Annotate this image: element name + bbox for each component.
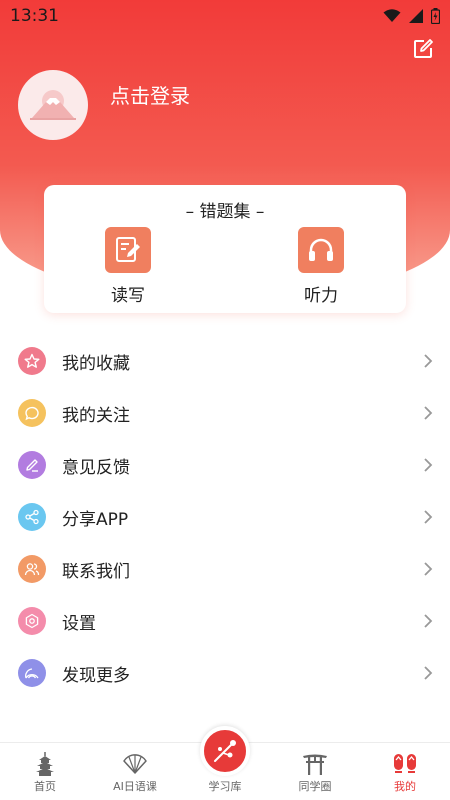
menu-label: 设置 [62,613,96,634]
menu-label: 发现更多 [62,665,130,686]
edit-profile-button[interactable] [412,38,434,60]
menu-label: 意见反馈 [62,457,130,478]
signal-icon [409,9,423,23]
pen-icon [18,451,46,479]
status-bar: 13:31 [0,0,450,32]
chat-bubble-icon [18,399,46,427]
card-item-reading-writing[interactable]: 读写 [88,227,168,306]
share-icon [18,503,46,531]
menu-item-following[interactable]: 我的关注 [0,387,450,439]
gear-icon [18,607,46,635]
status-time: 13:31 [10,6,59,26]
mount-fuji-icon [30,90,76,120]
discover-icon [18,659,46,687]
sakura-branch-icon [200,726,250,776]
pencil-note-icon [105,227,151,273]
tab-ai-japanese-course[interactable]: AI日语课 [90,752,180,800]
chevron-right-icon [424,458,433,472]
menu-item-settings[interactable]: 设置 [0,595,450,647]
menu-item-share-app[interactable]: 分享APP [0,491,450,543]
tab-label: 我的 [394,780,416,793]
menu-item-discover-more[interactable]: 发现更多 [0,647,450,699]
menu-item-contact-us[interactable]: 联系我们 [0,543,450,595]
menu-label: 我的关注 [62,405,130,426]
chevron-right-icon [424,666,433,680]
edit-icon [414,39,433,58]
star-icon [18,347,46,375]
tab-label: 首页 [34,780,56,793]
contacts-icon [18,555,46,583]
menu-item-feedback[interactable]: 意见反馈 [0,439,450,491]
avatar[interactable] [18,70,88,140]
card-item-label: 听力 [304,286,338,306]
headphones-icon [298,227,344,273]
menu-label: 联系我们 [62,561,130,582]
card-item-label: 读写 [111,286,145,306]
card-title: – 错题集 – [185,202,265,222]
tab-home[interactable]: 首页 [0,752,90,800]
wrong-questions-card: – 错题集 – 读写 听力 [44,185,406,313]
chevron-right-icon [424,562,433,576]
torii-icon [302,752,328,776]
tab-mine[interactable]: 我的 [360,752,450,800]
bottom-tab-bar: 首页 AI日语课 学习库 同学圈 我的 [0,726,450,800]
tower-icon [32,752,58,776]
tab-study-library[interactable]: 学习库 [180,726,270,800]
fan-icon [122,752,148,776]
menu-label: 分享APP [62,509,129,530]
tab-label: 同学圈 [298,780,332,793]
tab-label: 学习库 [208,780,242,793]
geta-icon [392,752,418,776]
login-link[interactable]: 点击登录 [110,80,190,109]
settings-menu: 我的收藏 我的关注 意见反馈 分享APP 联系我们 设置 发现更多 [0,335,450,699]
chevron-right-icon [424,406,433,420]
chevron-right-icon [424,614,433,628]
status-icons [383,8,440,24]
battery-icon [431,8,440,24]
chevron-right-icon [424,510,433,524]
tab-classmates[interactable]: 同学圈 [270,752,360,800]
chevron-right-icon [424,354,433,368]
tab-label: AI日语课 [113,780,157,793]
card-item-listening[interactable]: 听力 [281,227,361,306]
wifi-icon [383,9,401,22]
menu-item-favorites[interactable]: 我的收藏 [0,335,450,387]
menu-label: 我的收藏 [62,353,130,374]
